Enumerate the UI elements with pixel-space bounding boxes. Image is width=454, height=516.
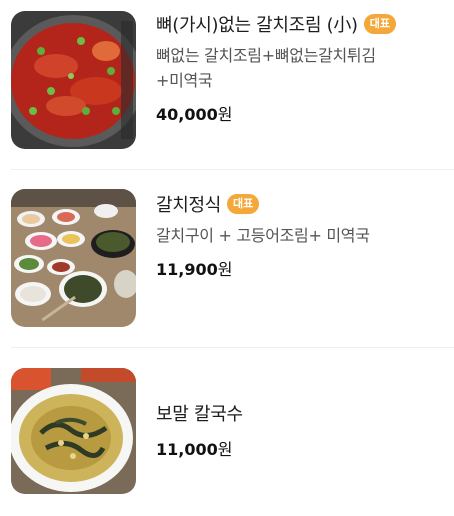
menu-item-name: 보말 칼국수 — [156, 404, 243, 425]
menu-item-seasnail-noodle-soup[interactable]: 보말 칼국수 11,000원 — [0, 368, 454, 516]
price-value: 40,000 — [156, 105, 218, 124]
menu-item-cutlassfish-set[interactable]: 갈치정식 대표 갈치구이 + 고등어조림+ 미역국 11,900원 — [0, 189, 454, 337]
menu-item-photo — [11, 189, 136, 327]
price-currency: 원 — [217, 260, 233, 279]
price-currency: 원 — [217, 440, 233, 459]
menu-item-description-line: 뼈없는 갈치조림+뼈없는갈치튀김 — [156, 46, 376, 65]
menu-item-price: 40,000원 — [156, 101, 444, 125]
menu-item-name: 갈치정식 — [156, 195, 222, 216]
menu-item-price: 11,000원 — [156, 436, 444, 460]
menu-item-photo — [11, 11, 136, 149]
menu-item-braised-cutlassfish[interactable]: 뼈(가시)없는 갈치조림 (小) 대표 뼈없는 갈치조림+뼈없는갈치튀김 +미역… — [0, 11, 454, 159]
menu-item-photo — [11, 368, 136, 494]
menu-item-description: 갈치구이 + 고등어조림+ 미역국 — [156, 223, 444, 248]
divider — [11, 169, 454, 170]
menu-item-name: 뼈(가시)없는 갈치조림 (小) — [156, 15, 358, 36]
menu-item-description: 뼈없는 갈치조림+뼈없는갈치튀김 +미역국 — [156, 43, 444, 93]
menu-item-price: 11,900원 — [156, 256, 444, 280]
menu-item-description-line: +미역국 — [156, 71, 213, 90]
price-value: 11,000 — [156, 440, 218, 459]
price-currency: 원 — [217, 105, 233, 124]
signature-badge: 대표 — [363, 14, 397, 34]
divider — [11, 347, 454, 348]
price-value: 11,900 — [156, 260, 218, 279]
menu-item-description-line: 갈치구이 + 고등어조림+ 미역국 — [156, 226, 370, 245]
signature-badge: 대표 — [227, 194, 260, 214]
